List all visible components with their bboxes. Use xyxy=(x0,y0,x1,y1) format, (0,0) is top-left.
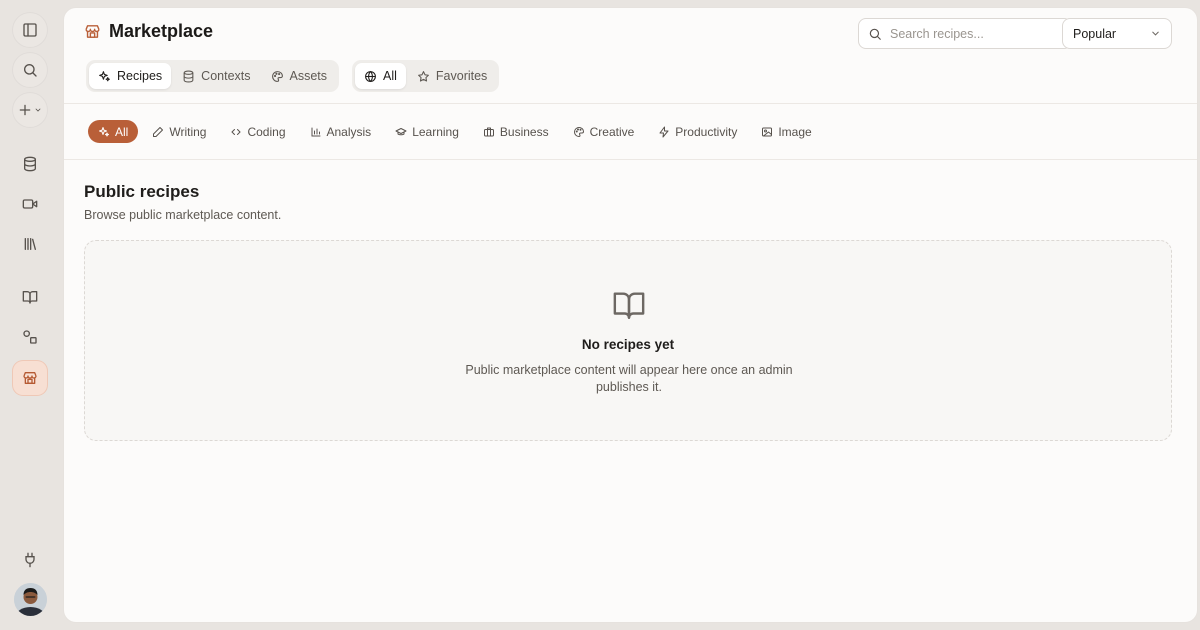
sidebar-item-docs[interactable] xyxy=(13,280,47,314)
tab-all[interactable]: All xyxy=(355,63,406,89)
tab-label: All xyxy=(383,69,397,83)
sidebar-toggle-button[interactable] xyxy=(13,13,47,47)
sort-selected-value: Popular xyxy=(1073,26,1117,41)
category-label: Analysis xyxy=(326,124,372,139)
database-icon xyxy=(22,156,38,172)
category-label: Learning xyxy=(412,124,459,139)
sidebar-item-contexts[interactable] xyxy=(13,147,47,181)
book-icon xyxy=(22,289,38,305)
page-header: Marketplace xyxy=(84,21,213,42)
chevron-down-icon xyxy=(34,106,42,114)
store-icon xyxy=(22,370,38,386)
section-title: Public recipes xyxy=(84,182,200,201)
category-learning[interactable]: Learning xyxy=(385,120,469,143)
sort-select[interactable]: Popular xyxy=(1062,18,1172,49)
category-label: All xyxy=(115,124,129,139)
tab-label: Recipes xyxy=(117,69,163,83)
sidebar-item-library[interactable] xyxy=(13,227,47,261)
tab-label: Assets xyxy=(289,69,328,83)
category-image[interactable]: Image xyxy=(751,120,821,143)
left-rail xyxy=(0,0,62,630)
divider xyxy=(64,159,1197,160)
new-button[interactable] xyxy=(13,93,47,127)
category-label: Creative xyxy=(589,124,635,139)
empty-state: No recipes yet Public marketplace conten… xyxy=(84,240,1172,441)
store-icon xyxy=(84,23,101,40)
video-icon xyxy=(22,196,38,212)
tab-assets[interactable]: Assets xyxy=(262,63,337,89)
scope-tabs: All Favorites xyxy=(352,60,500,92)
divider xyxy=(64,103,1197,104)
library-icon xyxy=(22,236,38,252)
search-button[interactable] xyxy=(13,53,47,87)
empty-state-message: Public marketplace content will appear h… xyxy=(465,363,793,394)
database-icon xyxy=(182,70,195,83)
code-icon xyxy=(230,126,242,138)
search-icon xyxy=(868,27,882,41)
category-label: Writing xyxy=(169,124,207,139)
plus-icon xyxy=(18,103,32,117)
search-input[interactable] xyxy=(890,26,1060,41)
star-icon xyxy=(417,70,430,83)
open-book-icon xyxy=(612,288,646,322)
sidebar-item-video[interactable] xyxy=(13,187,47,221)
category-label: Coding xyxy=(247,124,286,139)
empty-state-heading: No recipes yet xyxy=(581,337,675,352)
graduation-cap-icon xyxy=(395,126,407,138)
sidebar-item-workflows[interactable] xyxy=(13,320,47,354)
zap-icon xyxy=(658,126,670,138)
section-subtitle: Browse public marketplace content. xyxy=(84,208,282,222)
sparkles-icon xyxy=(98,70,111,83)
avatar[interactable] xyxy=(14,583,47,616)
tab-favorites[interactable]: Favorites xyxy=(408,63,496,89)
chevron-down-icon xyxy=(1150,28,1161,39)
category-productivity[interactable]: Productivity xyxy=(648,120,747,143)
search-box[interactable] xyxy=(858,18,1072,49)
plug-icon xyxy=(22,552,38,568)
shapes-icon xyxy=(22,329,38,345)
category-writing[interactable]: Writing xyxy=(142,120,216,143)
tab-recipes[interactable]: Recipes xyxy=(89,63,172,89)
category-filter-bar: All Writing Coding Analysis Learning Bus… xyxy=(88,120,822,143)
category-label: Image xyxy=(778,124,812,139)
category-coding[interactable]: Coding xyxy=(220,120,295,143)
category-label: Business xyxy=(499,124,549,139)
sidebar-item-marketplace[interactable] xyxy=(13,361,47,395)
sidebar-toggle-icon xyxy=(22,22,38,38)
search-icon xyxy=(22,62,38,78)
sparkles-icon xyxy=(98,126,110,138)
content-type-tabs: Recipes Contexts Assets xyxy=(86,60,340,92)
briefcase-icon xyxy=(483,126,495,138)
image-icon xyxy=(761,126,773,138)
palette-icon xyxy=(271,70,284,83)
tab-label: Contexts xyxy=(201,69,251,83)
palette-icon xyxy=(573,126,585,138)
page-title: Marketplace xyxy=(109,21,214,41)
sidebar-item-integrations[interactable] xyxy=(13,543,47,577)
main-panel: Marketplace Popular Recipes Contexts xyxy=(64,8,1197,622)
category-analysis[interactable]: Analysis xyxy=(300,120,382,143)
category-business[interactable]: Business xyxy=(473,120,559,143)
tab-label: Favorites xyxy=(435,69,488,83)
category-creative[interactable]: Creative xyxy=(563,120,645,143)
category-label: Productivity xyxy=(675,124,738,139)
pencil-icon xyxy=(152,126,164,138)
globe-icon xyxy=(364,70,377,83)
category-all[interactable]: All xyxy=(88,120,139,143)
tab-contexts[interactable]: Contexts xyxy=(173,63,259,89)
bar-chart-icon xyxy=(310,126,322,138)
